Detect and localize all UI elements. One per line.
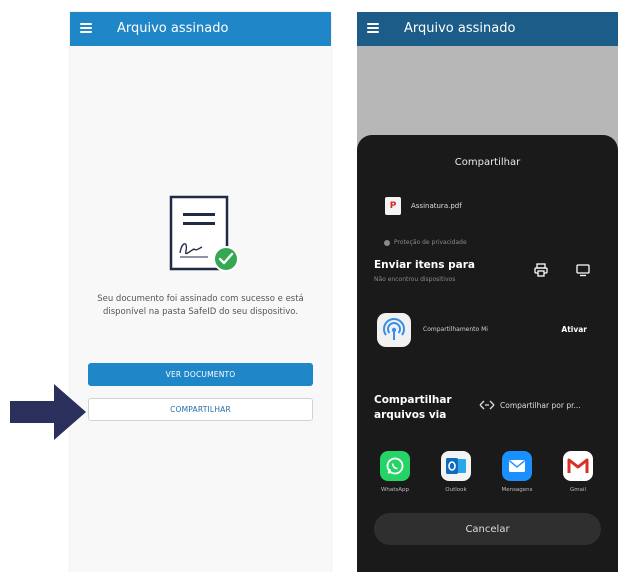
app-label: Mensagens	[501, 487, 533, 493]
printer-icon[interactable]	[534, 263, 548, 277]
signed-document-illustration	[169, 195, 239, 272]
share-sheet: Compartilhar P Assinatura.pdf Proteção d…	[357, 135, 618, 572]
whatsapp-icon	[380, 451, 410, 481]
app-outlook[interactable]: Outlook	[431, 451, 481, 493]
success-message: Seu documento foi assinado com sucesso e…	[97, 294, 304, 317]
app-gmail[interactable]: Gmail	[553, 451, 603, 493]
nearby-share-button[interactable]: Compartilhar por pr...	[479, 400, 581, 410]
share-files-title-line1: Compartilhar	[374, 394, 452, 406]
app-messages[interactable]: Mensagens	[492, 451, 542, 493]
activate-button[interactable]: Ativar	[561, 325, 587, 334]
share-files-title-line2: arquivos via	[374, 409, 447, 421]
gmail-icon	[563, 451, 593, 481]
page-title: Arquivo assinado	[404, 21, 516, 36]
outlook-icon	[441, 451, 471, 481]
file-name: Assinatura.pdf	[411, 202, 462, 210]
nearby-share-label: Compartilhar por pr...	[500, 400, 581, 410]
privacy-protection[interactable]: Proteção de privacidade	[384, 239, 467, 246]
menu-icon[interactable]	[367, 23, 379, 33]
mi-share-row[interactable]: Compartilhamento Mi Ativar	[377, 313, 599, 353]
app-whatsapp[interactable]: WhatsApp	[370, 451, 420, 493]
menu-icon[interactable]	[80, 23, 92, 33]
cancel-button[interactable]: Cancelar	[374, 513, 601, 545]
info-icon	[384, 239, 390, 246]
mi-share-label: Compartilhamento Mi	[423, 326, 488, 333]
shared-file: P Assinatura.pdf	[385, 197, 462, 215]
share-sheet-title: Compartilhar	[454, 157, 521, 168]
view-document-button[interactable]: VER DOCUMENTO	[88, 363, 313, 386]
document-signed-screen: Arquivo assinado Seu documento foi assin…	[70, 12, 331, 572]
share-files-title: Compartilhar arquivos via	[374, 393, 452, 423]
app-label: Gmail	[569, 487, 587, 493]
pointer-arrow-icon	[10, 384, 86, 440]
pdf-icon: P	[385, 197, 401, 215]
app-label: Outlook	[445, 487, 467, 493]
send-items-title: Enviar itens para	[374, 259, 475, 271]
share-sheet-screen: Arquivo assinado Compartilhar P Assinatu…	[357, 12, 618, 572]
privacy-label: Proteção de privacidade	[394, 239, 467, 246]
mi-share-icon	[377, 313, 411, 347]
nearby-share-icon	[479, 400, 495, 410]
page-title: Arquivo assinado	[117, 21, 229, 36]
screen-cast-icon[interactable]	[576, 263, 590, 277]
share-button[interactable]: COMPARTILHAR	[88, 398, 313, 421]
app-bar: Arquivo assinado	[357, 12, 618, 46]
messages-icon	[502, 451, 532, 481]
app-bar: Arquivo assinado	[70, 12, 331, 46]
send-items-subtitle: Não encontrou dispositivos	[374, 276, 456, 283]
app-label: WhatsApp	[380, 487, 410, 493]
